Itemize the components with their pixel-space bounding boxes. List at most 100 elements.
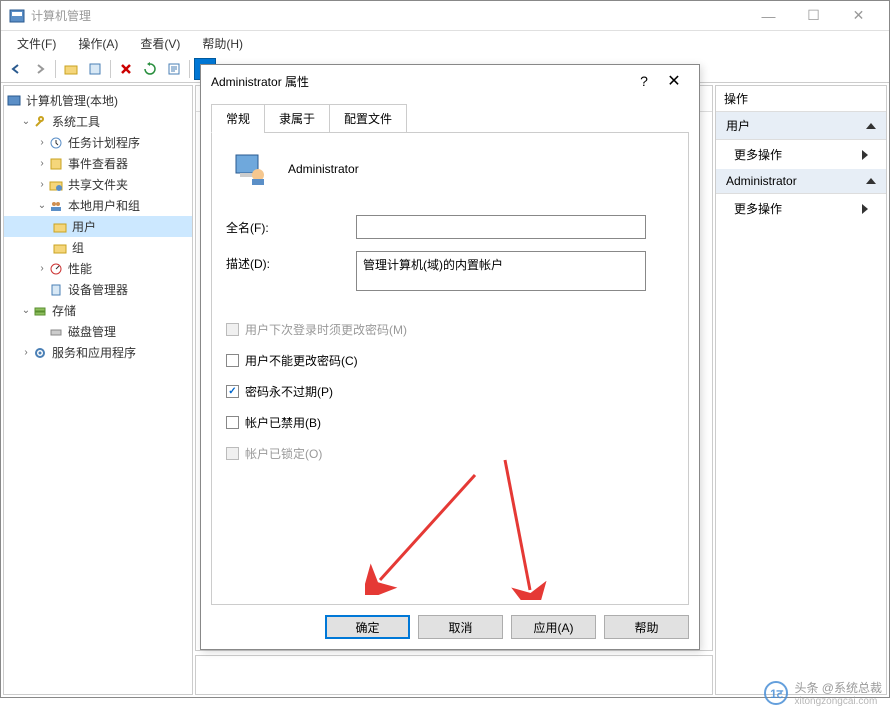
- forward-button[interactable]: [29, 58, 51, 80]
- cancel-button[interactable]: 取消: [418, 615, 503, 639]
- tree-groups[interactable]: 组: [4, 237, 192, 258]
- collapse-icon: [866, 178, 876, 184]
- description-input[interactable]: 管理计算机(域)的内置帐户: [356, 251, 646, 291]
- ok-button[interactable]: 确定: [325, 615, 410, 639]
- computer-icon: [6, 93, 22, 109]
- folder-button[interactable]: [60, 58, 82, 80]
- dialog-titlebar[interactable]: Administrator 属性 ? ✕: [201, 65, 699, 97]
- close-button[interactable]: ✕: [836, 2, 881, 30]
- section-label: Administrator: [726, 174, 797, 188]
- checkbox-group: 用户下次登录时须更改密码(M) 用户不能更改密码(C) 密码永不过期(P) 帐户…: [226, 321, 674, 476]
- tree-label: 用户: [72, 218, 96, 235]
- properties-button[interactable]: [84, 58, 106, 80]
- check-cannot-change[interactable]: 用户不能更改密码(C): [226, 352, 674, 369]
- tree-label: 共享文件夹: [68, 176, 128, 193]
- dialog-button-row: 确定 取消 应用(A) 帮助: [211, 605, 689, 639]
- tab-content-general: Administrator 全名(F): 描述(D): 管理计算机(域)的内置帐…: [211, 132, 689, 605]
- minimize-button[interactable]: —: [746, 2, 791, 30]
- help-button[interactable]: 帮助: [604, 615, 689, 639]
- check-label: 用户不能更改密码(C): [245, 352, 358, 369]
- maximize-button[interactable]: ☐: [791, 2, 836, 30]
- tree-label: 组: [72, 239, 84, 256]
- menu-help[interactable]: 帮助(H): [192, 32, 253, 55]
- checkbox-icon[interactable]: [226, 354, 239, 367]
- tree-users[interactable]: 用户: [4, 216, 192, 237]
- titlebar: 计算机管理 — ☐ ✕: [1, 1, 889, 31]
- menu-file[interactable]: 文件(F): [7, 32, 66, 55]
- expander-icon[interactable]: ⌄: [20, 305, 32, 316]
- checkbox-icon: [226, 323, 239, 336]
- window-controls: — ☐ ✕: [746, 2, 881, 30]
- back-button[interactable]: [5, 58, 27, 80]
- clock-icon: [48, 135, 64, 151]
- tab-general[interactable]: 常规: [211, 104, 265, 133]
- check-label: 密码永不过期(P): [245, 383, 333, 400]
- tree-event-viewer[interactable]: › 事件查看器: [4, 153, 192, 174]
- expander-icon[interactable]: ›: [36, 263, 48, 274]
- apply-button[interactable]: 应用(A): [511, 615, 596, 639]
- window-title: 计算机管理: [31, 7, 746, 24]
- actions-more-admin[interactable]: 更多操作: [716, 194, 886, 223]
- separator: [110, 60, 111, 78]
- expander-icon[interactable]: ›: [36, 137, 48, 148]
- check-locked: 帐户已锁定(O): [226, 445, 674, 462]
- section-label: 用户: [726, 117, 750, 134]
- description-label: 描述(D):: [226, 251, 356, 272]
- tree-root[interactable]: 计算机管理(本地): [4, 90, 192, 111]
- tree-label: 服务和应用程序: [52, 344, 136, 361]
- tree-performance[interactable]: › 性能: [4, 258, 192, 279]
- expander-icon[interactable]: ⌄: [20, 116, 32, 127]
- check-label: 用户下次登录时须更改密码(M): [245, 321, 407, 338]
- services-icon: [32, 345, 48, 361]
- check-disabled[interactable]: 帐户已禁用(B): [226, 414, 674, 431]
- tree-disk-management[interactable]: 磁盘管理: [4, 321, 192, 342]
- tree-system-tools[interactable]: ⌄ 系统工具: [4, 111, 192, 132]
- tree-label: 计算机管理(本地): [26, 92, 118, 109]
- expander-icon[interactable]: ›: [36, 158, 48, 169]
- folder-icon: [52, 219, 68, 235]
- tree-label: 性能: [68, 260, 92, 277]
- delete-button[interactable]: [115, 58, 137, 80]
- actions-section-admin[interactable]: Administrator: [716, 169, 886, 194]
- check-label: 帐户已禁用(B): [245, 414, 321, 431]
- tab-profile[interactable]: 配置文件: [329, 104, 407, 133]
- tree-storage[interactable]: ⌄ 存储: [4, 300, 192, 321]
- checkbox-icon[interactable]: [226, 385, 239, 398]
- dialog-close-button[interactable]: ✕: [659, 71, 689, 91]
- actions-section-user[interactable]: 用户: [716, 112, 886, 140]
- separator: [55, 60, 56, 78]
- actions-more-user[interactable]: 更多操作: [716, 140, 886, 169]
- watermark: 1ट 头条 @系统总裁 xitongzongcai.com: [764, 679, 882, 707]
- tree-services-apps[interactable]: › 服务和应用程序: [4, 342, 192, 363]
- tree-device-manager[interactable]: 设备管理器: [4, 279, 192, 300]
- item-label: 更多操作: [734, 146, 782, 163]
- menu-view[interactable]: 查看(V): [130, 32, 190, 55]
- collapse-icon: [866, 123, 876, 129]
- dialog-title: Administrator 属性: [211, 73, 629, 90]
- checkbox-icon[interactable]: [226, 416, 239, 429]
- menu-action[interactable]: 操作(A): [68, 32, 128, 55]
- expander-icon[interactable]: ⌄: [36, 200, 48, 211]
- tree-task-scheduler[interactable]: › 任务计划程序: [4, 132, 192, 153]
- export-button[interactable]: [163, 58, 185, 80]
- separator: [189, 60, 190, 78]
- expander-icon[interactable]: ›: [36, 179, 48, 190]
- expander-icon[interactable]: ›: [20, 347, 32, 358]
- check-never-expires[interactable]: 密码永不过期(P): [226, 383, 674, 400]
- tree-panel[interactable]: 计算机管理(本地) ⌄ 系统工具 › 任务计划程序 › 事件查看器 › 共享文件…: [3, 85, 193, 695]
- users-icon: [48, 198, 64, 214]
- tree-shared-folders[interactable]: › 共享文件夹: [4, 174, 192, 195]
- watermark-badge-icon: 1ट: [764, 681, 788, 705]
- description-row: 描述(D): 管理计算机(域)的内置帐户: [226, 251, 674, 291]
- dialog-help-button[interactable]: ?: [629, 73, 659, 89]
- tab-member-of[interactable]: 隶属于: [264, 104, 330, 133]
- folder-icon: [52, 240, 68, 256]
- fullname-input[interactable]: [356, 215, 646, 239]
- refresh-button[interactable]: [139, 58, 161, 80]
- watermark-text: 头条 @系统总裁: [794, 679, 882, 696]
- perf-icon: [48, 261, 64, 277]
- tree-local-users-groups[interactable]: ⌄ 本地用户和组: [4, 195, 192, 216]
- device-icon: [48, 282, 64, 298]
- menubar: 文件(F) 操作(A) 查看(V) 帮助(H): [1, 31, 889, 55]
- tree-label: 磁盘管理: [68, 323, 116, 340]
